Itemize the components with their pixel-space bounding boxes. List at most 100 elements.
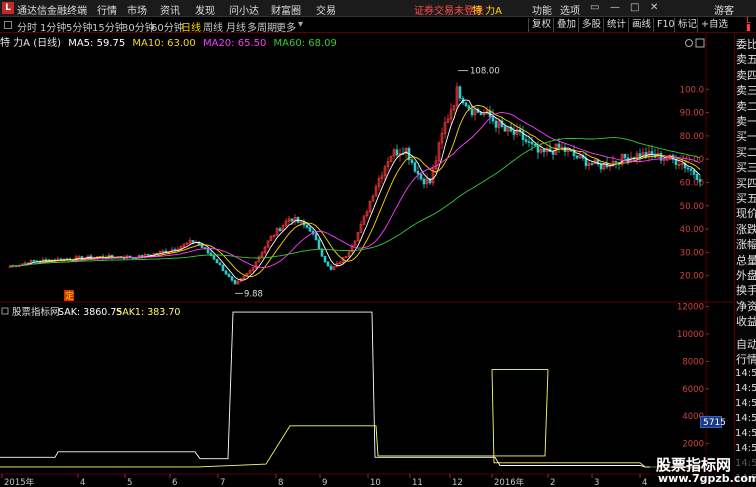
tab-30min[interactable]: 30分钟	[122, 19, 155, 34]
time-tick-label: 6	[172, 478, 177, 487]
tab-intraday[interactable]: 分时	[17, 19, 37, 34]
indicator-tick-label: 2000	[682, 440, 704, 450]
indicator-name: 股票指标网	[12, 306, 60, 318]
candle-body	[527, 141, 531, 143]
tab-5min[interactable]: 5分钟	[66, 19, 92, 34]
tab-multi-period[interactable]: 多周期	[247, 19, 277, 34]
quote-label: 卖二	[736, 99, 756, 113]
f10-button[interactable]: F10	[653, 18, 675, 32]
tab-60min[interactable]: 60分钟	[151, 19, 184, 34]
time-tick-label: 2015年	[4, 477, 35, 487]
menu-functions[interactable]: 功能	[532, 2, 552, 17]
menu-market[interactable]: 市场	[127, 2, 147, 17]
chart-header: 特 力A (日线) MA5: 59.75 MA10: 63.00 MA20: 6…	[0, 34, 700, 49]
menu-news[interactable]: 资讯	[160, 2, 180, 17]
candle-body	[218, 262, 222, 266]
time-tick-label: 5	[127, 478, 132, 487]
candle-body	[395, 149, 399, 156]
indicator-tick-label: 10000	[677, 330, 704, 340]
more-dropdown-icon[interactable]: ▾	[298, 19, 303, 30]
indicator-sak: SAK: 3860.75	[58, 307, 122, 318]
candle-body	[503, 126, 507, 132]
quote-label: 收益	[736, 315, 756, 329]
quote-label: 换手	[736, 284, 756, 298]
time-tick-label: 10	[370, 478, 381, 487]
layout-icon[interactable]	[4, 21, 12, 29]
indicator-value-box[interactable]: 5715	[700, 416, 726, 428]
tab-more[interactable]: 更多	[276, 19, 296, 34]
high-label: 108.00	[470, 67, 500, 77]
close-icon[interactable]: ✕	[650, 2, 658, 13]
candle-body	[623, 153, 627, 159]
menu-discover[interactable]: 发现	[195, 2, 215, 17]
quote-label: 买四	[736, 176, 756, 190]
multi-stock-button[interactable]: 多股	[578, 18, 601, 32]
indicator-sak1: SAK1: 383.70	[116, 307, 180, 318]
tab-weekly[interactable]: 周线	[203, 19, 223, 34]
price-tick-label: 100.0	[680, 85, 704, 95]
quote-info-panel: 委比 卖五 卖四 卖三 卖二 卖一 买一 买二 买三 买四 买五 现价 涨跌 涨幅 总量 外盘 换手 净资 收益 自动…	[734, 34, 756, 487]
tab-daily[interactable]: 日线	[181, 19, 201, 34]
candle-body	[689, 168, 693, 171]
candle-body	[206, 248, 210, 254]
minimize-icon[interactable]: —	[610, 2, 620, 13]
adjust-button[interactable]: 复权	[528, 18, 551, 32]
price-tick-label: 20.00	[680, 272, 704, 282]
mark-button[interactable]: 标记	[674, 18, 697, 32]
candle-body	[491, 116, 495, 122]
candle-body	[419, 173, 423, 180]
menu-bar: L 通达信金融终端 行情 市场 资讯 发现 问小达 财富圈 交易 证券交易未登录…	[0, 0, 756, 17]
indicator-tick-label: 12000	[677, 303, 704, 313]
menu-options[interactable]: 选项	[560, 2, 580, 17]
candle-body	[317, 239, 321, 250]
guest-user[interactable]: 游客	[714, 2, 734, 17]
app-title: 通达信金融终端	[17, 6, 87, 17]
candle-body	[599, 163, 603, 170]
watermark-url: www.7gpzb.com	[658, 472, 756, 485]
overlay-button[interactable]: 叠加	[553, 18, 576, 32]
menu-quotes[interactable]: 行情	[97, 2, 117, 17]
candle-body	[551, 151, 555, 155]
candle-body	[413, 162, 417, 172]
level-indicator: L ▮	[746, 16, 752, 33]
candle-body	[464, 102, 468, 107]
time-tick-label: 9	[322, 478, 327, 487]
draw-line-button[interactable]: 画线	[628, 18, 651, 32]
candle-body	[305, 224, 309, 228]
menu-trade[interactable]: 交易	[316, 2, 336, 17]
kline-chart[interactable]: 100.090.0080.0070.0060.0050.0040.0030.00…	[0, 34, 734, 487]
menu-wenxiaoda[interactable]: 问小达	[229, 2, 259, 17]
tab-1min[interactable]: 1分钟	[40, 19, 66, 34]
quote-label: 总量	[736, 253, 756, 267]
candle-body	[278, 228, 282, 232]
candle-body	[695, 174, 699, 180]
time-tick-label: 4	[80, 478, 85, 487]
candle-body	[692, 170, 696, 175]
ma60-value: MA60: 68.09	[273, 38, 337, 49]
time-tick-label: 12	[452, 478, 463, 487]
quote-label: 现价	[736, 207, 756, 221]
tick-time: 14:5	[735, 383, 756, 394]
candle-body	[512, 130, 516, 135]
watermark: 股票指标网 www.7gpzb.com	[650, 452, 756, 487]
ma10-value: MA10: 63.00	[132, 38, 196, 49]
candle-body	[233, 279, 237, 285]
candle-body	[320, 248, 324, 257]
quote-label: 买五	[736, 192, 756, 205]
time-tick-label: 7	[220, 478, 225, 487]
menu-wealth-circle[interactable]: 财富圈	[271, 2, 301, 17]
time-tick-label: 4	[642, 478, 647, 487]
statistics-button[interactable]: 统计	[603, 18, 626, 32]
price-tick-label: 90.00	[680, 109, 704, 119]
quote-label: 买二	[736, 145, 756, 159]
candle-body	[224, 270, 228, 275]
add-watchlist-button[interactable]: +自选	[697, 18, 728, 32]
candle-body	[494, 120, 498, 128]
tab-monthly[interactable]: 月线	[226, 19, 246, 34]
maximize-icon[interactable]: □	[630, 2, 639, 13]
restore-icon[interactable]: ▭	[590, 2, 599, 13]
time-tick-label: 3	[594, 478, 599, 487]
candle-body	[644, 152, 648, 158]
tab-15min[interactable]: 15分钟	[92, 19, 125, 34]
candle-body	[212, 255, 216, 260]
